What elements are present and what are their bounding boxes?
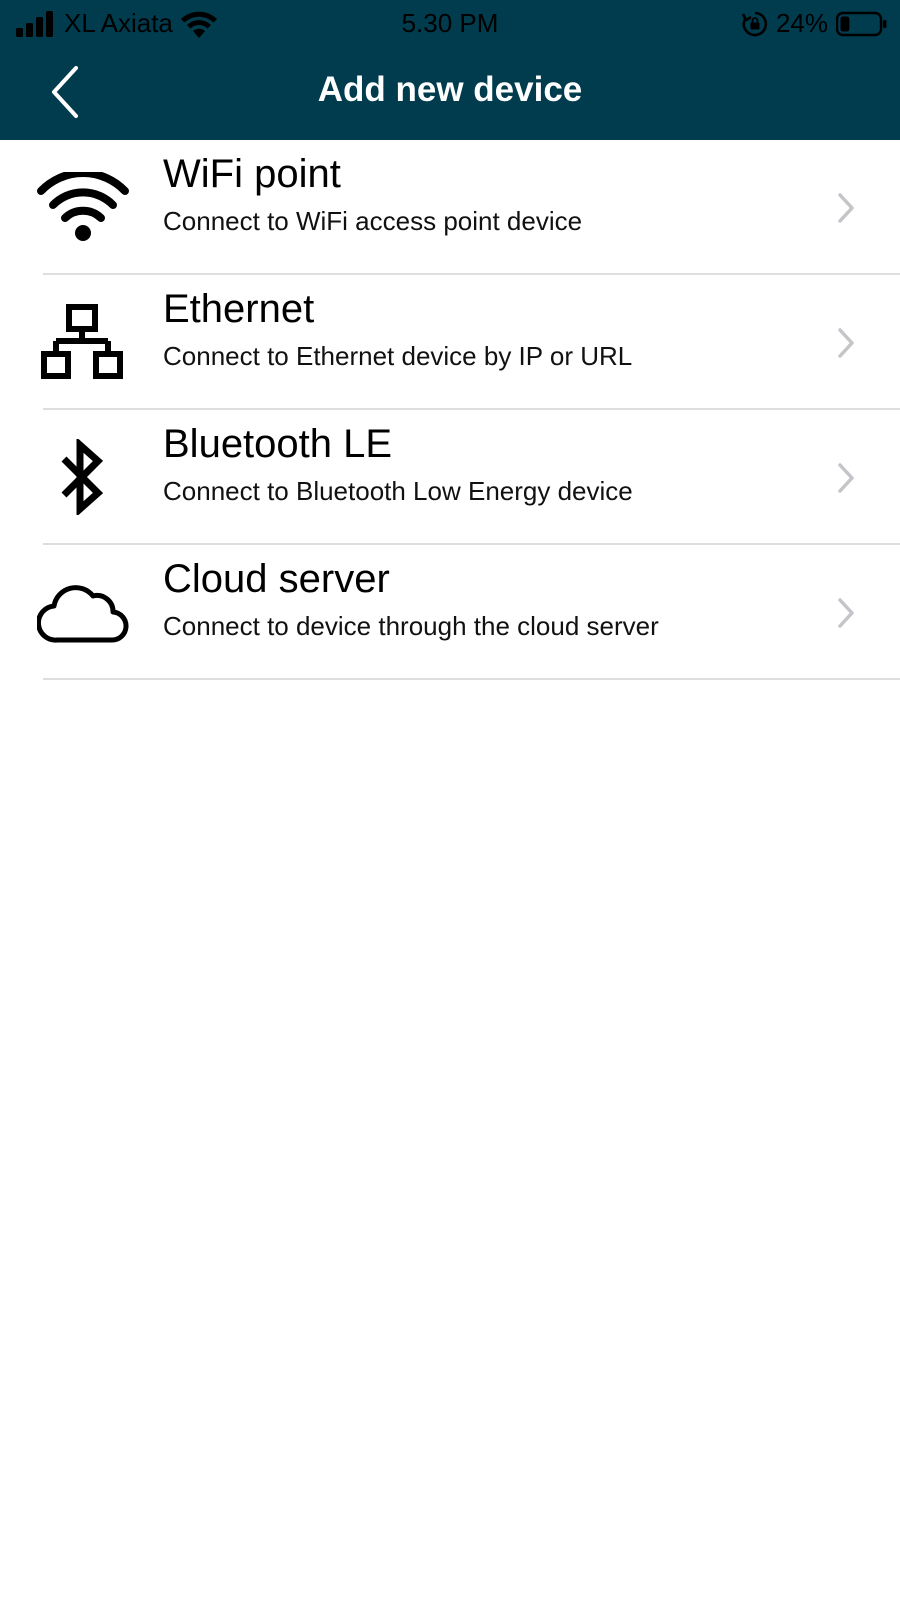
row-divider	[43, 678, 900, 680]
page-title: Add new device	[317, 70, 583, 109]
chevron-right-icon	[838, 328, 854, 358]
option-title: WiFi point	[163, 152, 341, 196]
option-bluetooth-le[interactable]: Bluetooth LE Connect to Bluetooth Low En…	[0, 410, 900, 545]
option-cloud-server[interactable]: Cloud server Connect to device through t…	[0, 545, 900, 680]
status-bar: XL Axiata 5.30 PM 24%	[0, 0, 900, 46]
wifi-icon	[36, 165, 130, 249]
battery-icon	[836, 11, 887, 36]
status-right: 24%	[741, 8, 888, 39]
chevron-right-icon	[838, 193, 854, 223]
rotation-lock-icon	[741, 11, 768, 36]
option-title: Ethernet	[163, 287, 315, 331]
cloud-icon	[36, 570, 130, 654]
option-title: Bluetooth LE	[163, 422, 393, 466]
device-option-list: WiFi point Connect to WiFi access point …	[0, 140, 900, 680]
bluetooth-icon	[36, 435, 130, 519]
nav-bar: Add new device	[0, 46, 900, 140]
option-wifi-point[interactable]: WiFi point Connect to WiFi access point …	[0, 140, 900, 275]
top-bar: XL Axiata 5.30 PM 24% Add new device	[0, 0, 900, 140]
option-description: Connect to Ethernet device by IP or URL	[163, 341, 633, 371]
ethernet-network-icon	[36, 300, 130, 384]
option-description: Connect to device through the cloud serv…	[163, 611, 659, 641]
chevron-right-icon	[838, 598, 854, 628]
option-ethernet[interactable]: Ethernet Connect to Ethernet device by I…	[0, 275, 900, 410]
option-description: Connect to Bluetooth Low Energy device	[163, 476, 633, 506]
chevron-right-icon	[838, 463, 854, 493]
option-title: Cloud server	[163, 557, 390, 601]
battery-percent: 24%	[775, 8, 828, 38]
option-description: Connect to WiFi access point device	[163, 206, 583, 236]
